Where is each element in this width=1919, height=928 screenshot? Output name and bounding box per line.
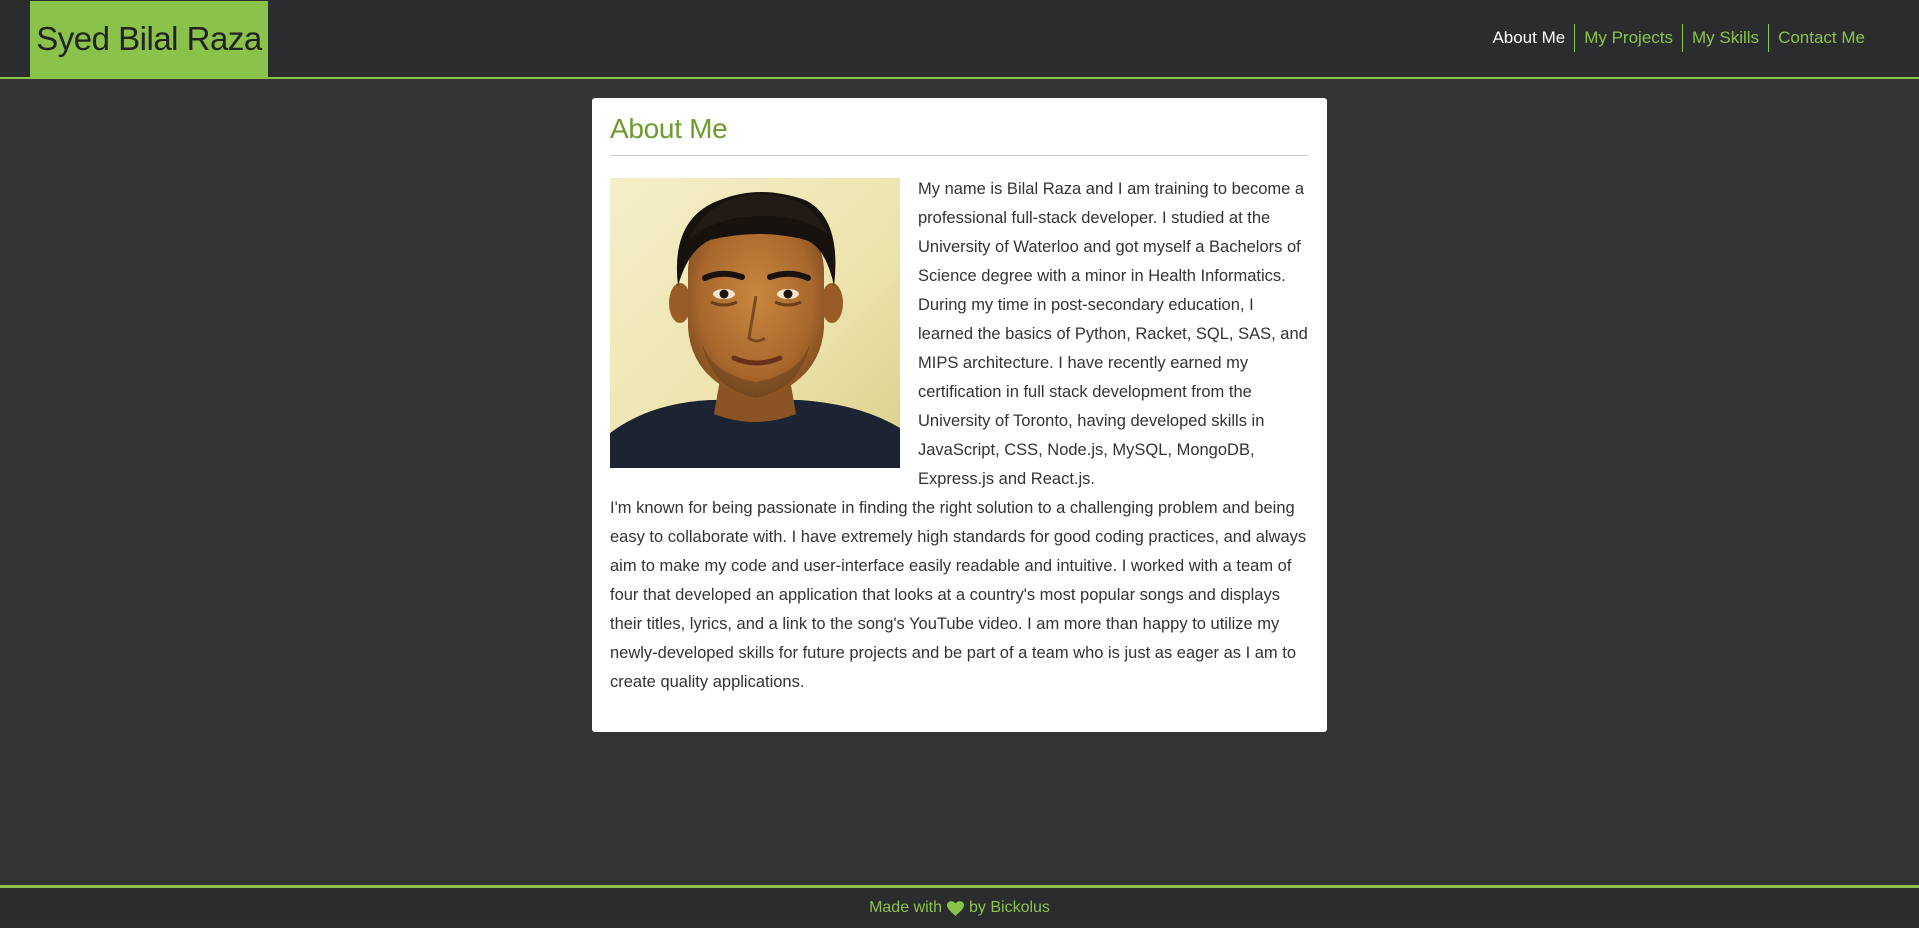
nav-item-projects: My Projects (1575, 24, 1682, 52)
footer-made-with: Made with (869, 899, 942, 916)
nav-link-my-projects[interactable]: My Projects (1575, 24, 1682, 52)
main-nav: About Me My Projects My Skills Contact M… (1483, 24, 1874, 52)
profile-photo (610, 178, 900, 468)
site-header: Syed Bilal Raza About Me My Projects My … (0, 0, 1919, 79)
about-title: About Me (610, 113, 728, 144)
heart-icon (947, 900, 964, 916)
footer-by-author: by Bickolus (969, 899, 1050, 916)
heart-svg-icon (947, 900, 964, 916)
nav-item-about: About Me (1483, 24, 1574, 52)
about-paragraph-2: I'm known for being passionate in findin… (610, 499, 1307, 691)
about-card: About Me My name is Bilal Raza and I am … (592, 98, 1327, 732)
site-footer: Made with by Bickolus (0, 885, 1919, 928)
nav-link-my-skills[interactable]: My Skills (1683, 24, 1768, 52)
nav-link-contact-me[interactable]: Contact Me (1769, 24, 1874, 52)
brand-logo[interactable]: Syed Bilal Raza (30, 1, 268, 77)
nav-link-about-me[interactable]: About Me (1483, 24, 1574, 52)
nav-item-skills: My Skills (1683, 24, 1768, 52)
portrait-photo-icon (610, 178, 900, 468)
nav-item-contact: Contact Me (1769, 24, 1874, 52)
